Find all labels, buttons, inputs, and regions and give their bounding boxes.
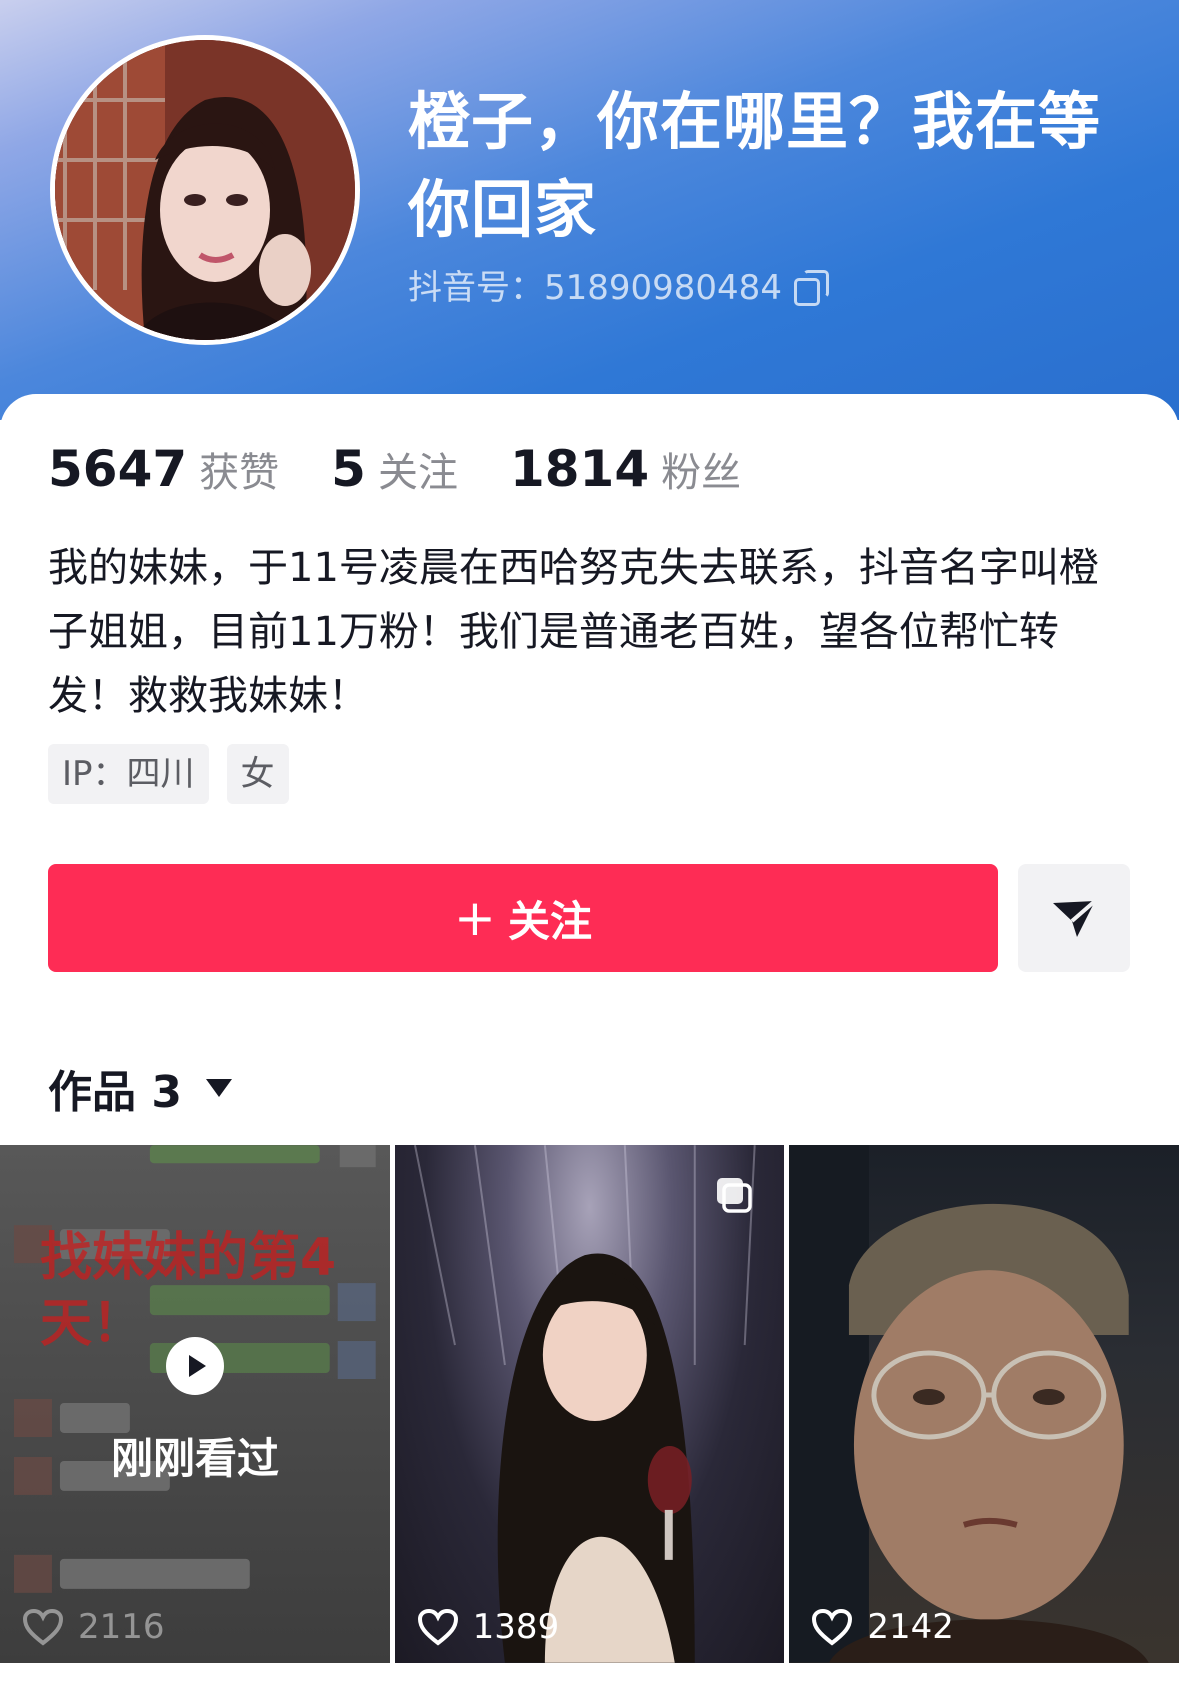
works-tab[interactable]: 作品 3	[48, 1056, 232, 1120]
avatar-portrait	[55, 40, 355, 340]
work-tile-2[interactable]: 1389	[394, 1145, 785, 1663]
chat-screenshot-thumbnail	[13, 1145, 376, 1593]
douyin-id-text: 抖音号：51890980484	[408, 268, 782, 308]
work-tile-3[interactable]: 2142	[789, 1145, 1179, 1663]
work-1-overlay-title: 找妹妹的第4天！	[40, 1228, 337, 1354]
stat-likes-value: 5647	[48, 440, 188, 498]
profile-header: 橙子，你在哪里？我在等你回家 抖音号：51890980484	[0, 0, 1179, 420]
profile-stats: 5647 获赞 5 关注 1814 粉丝	[48, 440, 793, 498]
profile-bio: 我的妹妹，于11号凌晨在西哈努克失去联系，抖音名字叫橙子姐姐，目前11万粉！我们…	[48, 545, 1099, 719]
follow-button[interactable]: + 关注	[48, 864, 998, 972]
copy-icon[interactable]	[793, 269, 829, 306]
works-tab-label: 作品 3	[48, 1067, 182, 1118]
stat-following-label: 关注	[377, 450, 458, 496]
multi-image-icon	[717, 1178, 753, 1213]
stat-likes[interactable]: 5647 获赞	[48, 440, 279, 498]
work-1-likes: 2116	[22, 1607, 165, 1647]
work-2-likes: 1389	[417, 1607, 560, 1647]
ip-location-tag: IP：四川	[48, 744, 209, 804]
work-2-likes-count: 1389	[472, 1607, 560, 1647]
work-tile-1[interactable]: 找妹妹的第4天！ 刚刚看过 2116	[0, 1145, 390, 1663]
heart-icon	[812, 1608, 853, 1646]
play-icon	[166, 1337, 224, 1395]
plus-icon: +	[454, 889, 496, 947]
portrait-thumbnail	[413, 1145, 756, 1663]
stat-followers-value: 1814	[509, 440, 650, 498]
work-3-likes-count: 2142	[867, 1607, 954, 1647]
works-grid: 找妹妹的第4天！ 刚刚看过 2116 1389 2142	[0, 1145, 1179, 1663]
selfie-thumbnail	[789, 1145, 1150, 1663]
send-icon	[1053, 899, 1097, 937]
recently-viewed-label: 刚刚看过	[110, 1434, 279, 1483]
share-button[interactable]	[1018, 864, 1130, 972]
follow-button-label: 关注	[507, 896, 592, 946]
stat-followers-label: 粉丝	[661, 450, 742, 496]
heart-icon	[417, 1608, 458, 1646]
work-1-likes-count: 2116	[78, 1607, 165, 1647]
caret-down-icon	[205, 1079, 232, 1097]
stat-likes-label: 获赞	[199, 450, 280, 496]
stat-following-value: 5	[331, 440, 366, 498]
profile-tags: IP：四川 女	[48, 744, 289, 804]
work-3-likes: 2142	[811, 1607, 954, 1647]
avatar[interactable]	[50, 35, 360, 345]
avatar-image	[55, 40, 355, 340]
stat-followers[interactable]: 1814 粉丝	[510, 440, 741, 498]
douyin-id[interactable]: 抖音号：51890980484	[408, 260, 829, 309]
gender-tag: 女	[226, 744, 289, 804]
stat-following[interactable]: 5 关注	[331, 440, 458, 498]
heart-icon	[22, 1608, 64, 1646]
profile-nickname: 橙子，你在哪里？我在等你回家	[408, 85, 1102, 246]
